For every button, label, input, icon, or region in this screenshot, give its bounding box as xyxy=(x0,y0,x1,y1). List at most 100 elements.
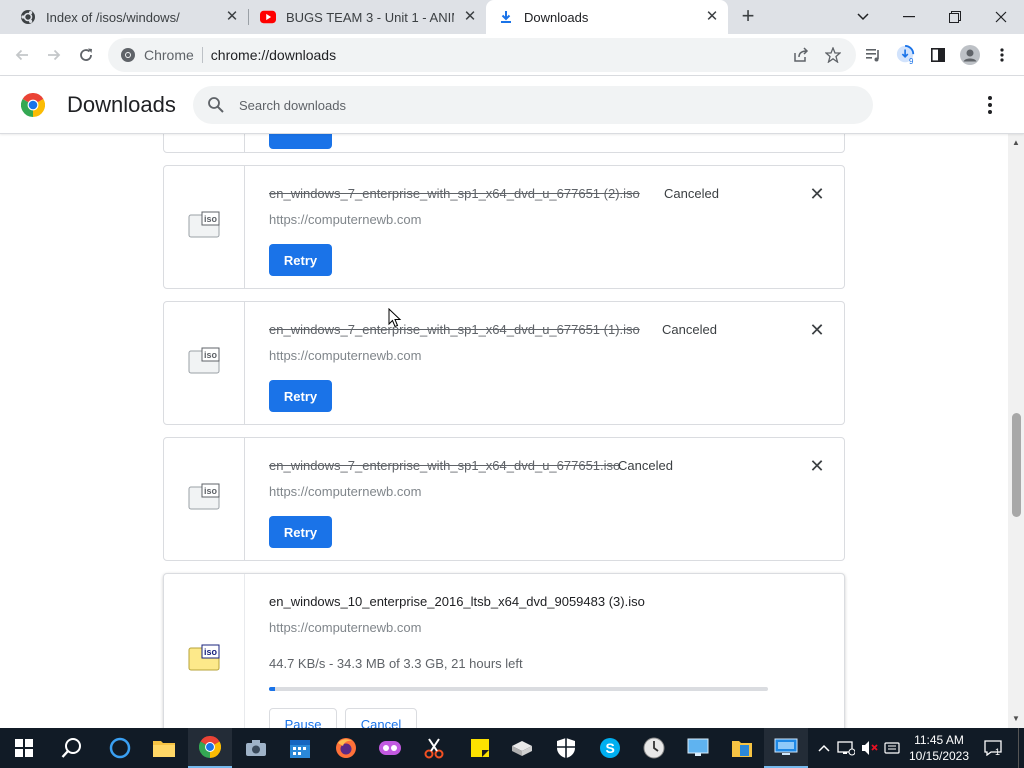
back-button[interactable] xyxy=(10,43,34,67)
input-language-icon[interactable] xyxy=(882,738,902,758)
pause-button[interactable]: Pause xyxy=(269,708,337,728)
file-name-link[interactable]: en_windows_10_enterprise_2016_ltsb_x64_d… xyxy=(269,594,645,609)
action-center-button[interactable]: 1 xyxy=(982,738,1004,758)
source-url-link[interactable]: https://computernewb.com xyxy=(269,348,421,363)
search-bar[interactable] xyxy=(193,86,873,124)
search-icon xyxy=(61,738,81,758)
page-scrollbar[interactable]: ▲ ▼ xyxy=(1008,134,1024,728)
source-url-link[interactable]: https://computernewb.com xyxy=(269,212,421,227)
clock-icon xyxy=(643,737,665,759)
address-bar[interactable]: Chrome chrome://downloads xyxy=(108,38,856,72)
chrome-app[interactable] xyxy=(188,728,232,768)
tab-search-button[interactable] xyxy=(840,0,886,34)
media-app[interactable] xyxy=(368,728,412,768)
file-explorer-app[interactable] xyxy=(142,728,186,768)
retry-button-partial[interactable] xyxy=(269,134,332,149)
calendar-app[interactable] xyxy=(278,728,322,768)
downloads-icon[interactable]: 9 xyxy=(896,45,916,66)
download-card: iso en_windows_7_enterprise_with_sp1_x64… xyxy=(163,301,845,425)
download-card: iso en_windows_7_enterprise_with_sp1_x64… xyxy=(163,165,845,289)
youtube-icon xyxy=(260,9,276,25)
document-folder-icon xyxy=(732,741,752,757)
bookmark-star-icon[interactable] xyxy=(824,46,842,65)
download-card: iso en_windows_7_enterprise_with_sp1_x64… xyxy=(163,437,845,561)
svg-text:iso: iso xyxy=(204,350,218,360)
restore-button[interactable] xyxy=(932,0,978,34)
system-clock[interactable]: 11:45 AM 10/15/2023 xyxy=(904,732,974,764)
scrollbar-thumb[interactable] xyxy=(1012,413,1021,517)
cancel-button[interactable]: Cancel xyxy=(345,708,417,728)
iso-file-icon: iso xyxy=(188,483,220,510)
show-hidden-icons-icon[interactable] xyxy=(814,738,834,758)
share-icon[interactable] xyxy=(792,47,810,65)
url-text[interactable]: chrome://downloads xyxy=(211,47,336,63)
close-tab-icon[interactable]: ✕ xyxy=(224,9,240,25)
start-button[interactable] xyxy=(2,728,46,768)
skype-app[interactable]: S xyxy=(588,728,632,768)
sticky-notes-app[interactable] xyxy=(458,728,502,768)
more-actions-icon[interactable] xyxy=(978,93,1002,117)
forward-button[interactable] xyxy=(42,43,66,67)
tab-index-of-isos[interactable]: Index of /isos/windows/ ✕ xyxy=(8,0,248,34)
virtual-machine-app[interactable] xyxy=(500,728,544,768)
file-name-link[interactable]: en_windows_7_enterprise_with_sp1_x64_dvd… xyxy=(269,458,620,473)
close-tab-icon[interactable]: ✕ xyxy=(704,9,720,25)
firefox-icon xyxy=(336,738,356,758)
tab-title: Index of /isos/windows/ xyxy=(46,9,180,25)
camera-app[interactable] xyxy=(234,728,278,768)
file-name-link[interactable]: en_windows_7_enterprise_with_sp1_x64_dvd… xyxy=(269,186,640,201)
tab-downloads[interactable]: Downloads ✕ xyxy=(486,0,728,34)
chrome-logo-icon xyxy=(199,736,221,758)
new-tab-button[interactable]: + xyxy=(736,5,760,29)
remove-from-list-icon[interactable]: ✕ xyxy=(808,457,826,475)
retry-button[interactable]: Retry xyxy=(269,244,332,276)
source-url-link[interactable]: https://computernewb.com xyxy=(269,620,421,635)
close-window-button[interactable] xyxy=(978,0,1024,34)
close-tab-icon[interactable]: ✕ xyxy=(462,9,478,25)
file-icon-column: iso xyxy=(164,574,245,728)
network-status-icon[interactable] xyxy=(836,738,856,758)
side-panel-icon[interactable] xyxy=(928,45,948,65)
scroll-down-arrow-icon[interactable]: ▼ xyxy=(1008,712,1024,726)
stacked-boxes-icon xyxy=(512,741,532,756)
iso-file-icon: iso xyxy=(188,347,220,374)
search-input[interactable] xyxy=(239,97,799,113)
profile-avatar-icon[interactable] xyxy=(960,45,980,65)
documents-app[interactable] xyxy=(720,728,764,768)
display-settings-app[interactable] xyxy=(764,728,808,768)
clock-date: 10/15/2023 xyxy=(908,749,970,763)
site-label: Chrome xyxy=(144,47,194,63)
minimize-button[interactable] xyxy=(886,0,932,34)
chrome-menu-icon[interactable] xyxy=(992,45,1012,65)
scroll-up-arrow-icon[interactable]: ▲ xyxy=(1008,136,1024,150)
downloads-header: Downloads xyxy=(0,76,1024,134)
source-url-link[interactable]: https://computernewb.com xyxy=(269,484,421,499)
retry-button[interactable]: Retry xyxy=(269,380,332,412)
shield-icon xyxy=(557,738,575,758)
media-controls-icon[interactable] xyxy=(864,45,884,65)
clock-app[interactable] xyxy=(632,728,676,768)
tab-bugs-team[interactable]: BUGS TEAM 3 - Unit 1 - ANIMA ✕ xyxy=(248,0,486,34)
progress-bar-fill xyxy=(269,687,275,691)
reload-button[interactable] xyxy=(74,43,98,67)
windows-logo-icon xyxy=(15,739,33,757)
mouse-cursor-icon xyxy=(388,308,402,328)
search-taskbar-button[interactable] xyxy=(50,728,94,768)
skype-icon: S xyxy=(600,738,620,758)
security-app[interactable] xyxy=(544,728,588,768)
chrome-logo-icon xyxy=(21,93,45,117)
show-desktop-button[interactable] xyxy=(1018,728,1024,768)
remote-desktop-app[interactable] xyxy=(676,728,720,768)
folder-icon xyxy=(153,741,175,757)
speaker-muted-icon[interactable] xyxy=(860,738,880,758)
remove-from-list-icon[interactable]: ✕ xyxy=(808,321,826,339)
file-name-link[interactable]: en_windows_7_enterprise_with_sp1_x64_dvd… xyxy=(269,322,640,337)
snipping-tool-app[interactable] xyxy=(412,728,456,768)
retry-button[interactable]: Retry xyxy=(269,516,332,548)
cortana-button[interactable] xyxy=(98,728,142,768)
scissors-icon xyxy=(424,738,444,759)
display-icon xyxy=(774,738,798,755)
tab-title: BUGS TEAM 3 - Unit 1 - ANIMA xyxy=(286,9,454,25)
remove-from-list-icon[interactable]: ✕ xyxy=(808,185,826,203)
firefox-app[interactable] xyxy=(324,728,368,768)
